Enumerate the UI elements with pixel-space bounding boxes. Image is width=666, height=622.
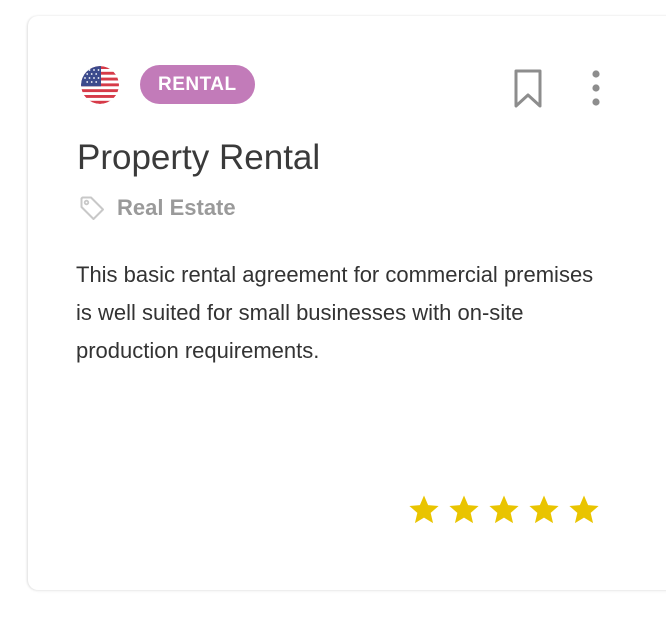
star-icon[interactable] — [567, 493, 601, 527]
tag-icon — [80, 196, 104, 220]
card-description: This basic rental agreement for commerci… — [76, 262, 594, 363]
bookmark-icon[interactable] — [512, 68, 544, 110]
rating-stars[interactable] — [407, 493, 607, 527]
star-icon[interactable] — [407, 493, 441, 527]
category-row: Real Estate — [79, 193, 236, 223]
star-icon[interactable] — [487, 493, 521, 527]
more-options-icon[interactable] — [582, 68, 610, 110]
star-icon[interactable] — [447, 493, 481, 527]
rental-badge: RENTAL — [140, 65, 255, 104]
us-flag-icon — [81, 66, 119, 104]
star-icon[interactable] — [527, 493, 561, 527]
card-title[interactable]: Property Rental — [77, 138, 320, 178]
category-label: Real Estate — [117, 195, 236, 220]
